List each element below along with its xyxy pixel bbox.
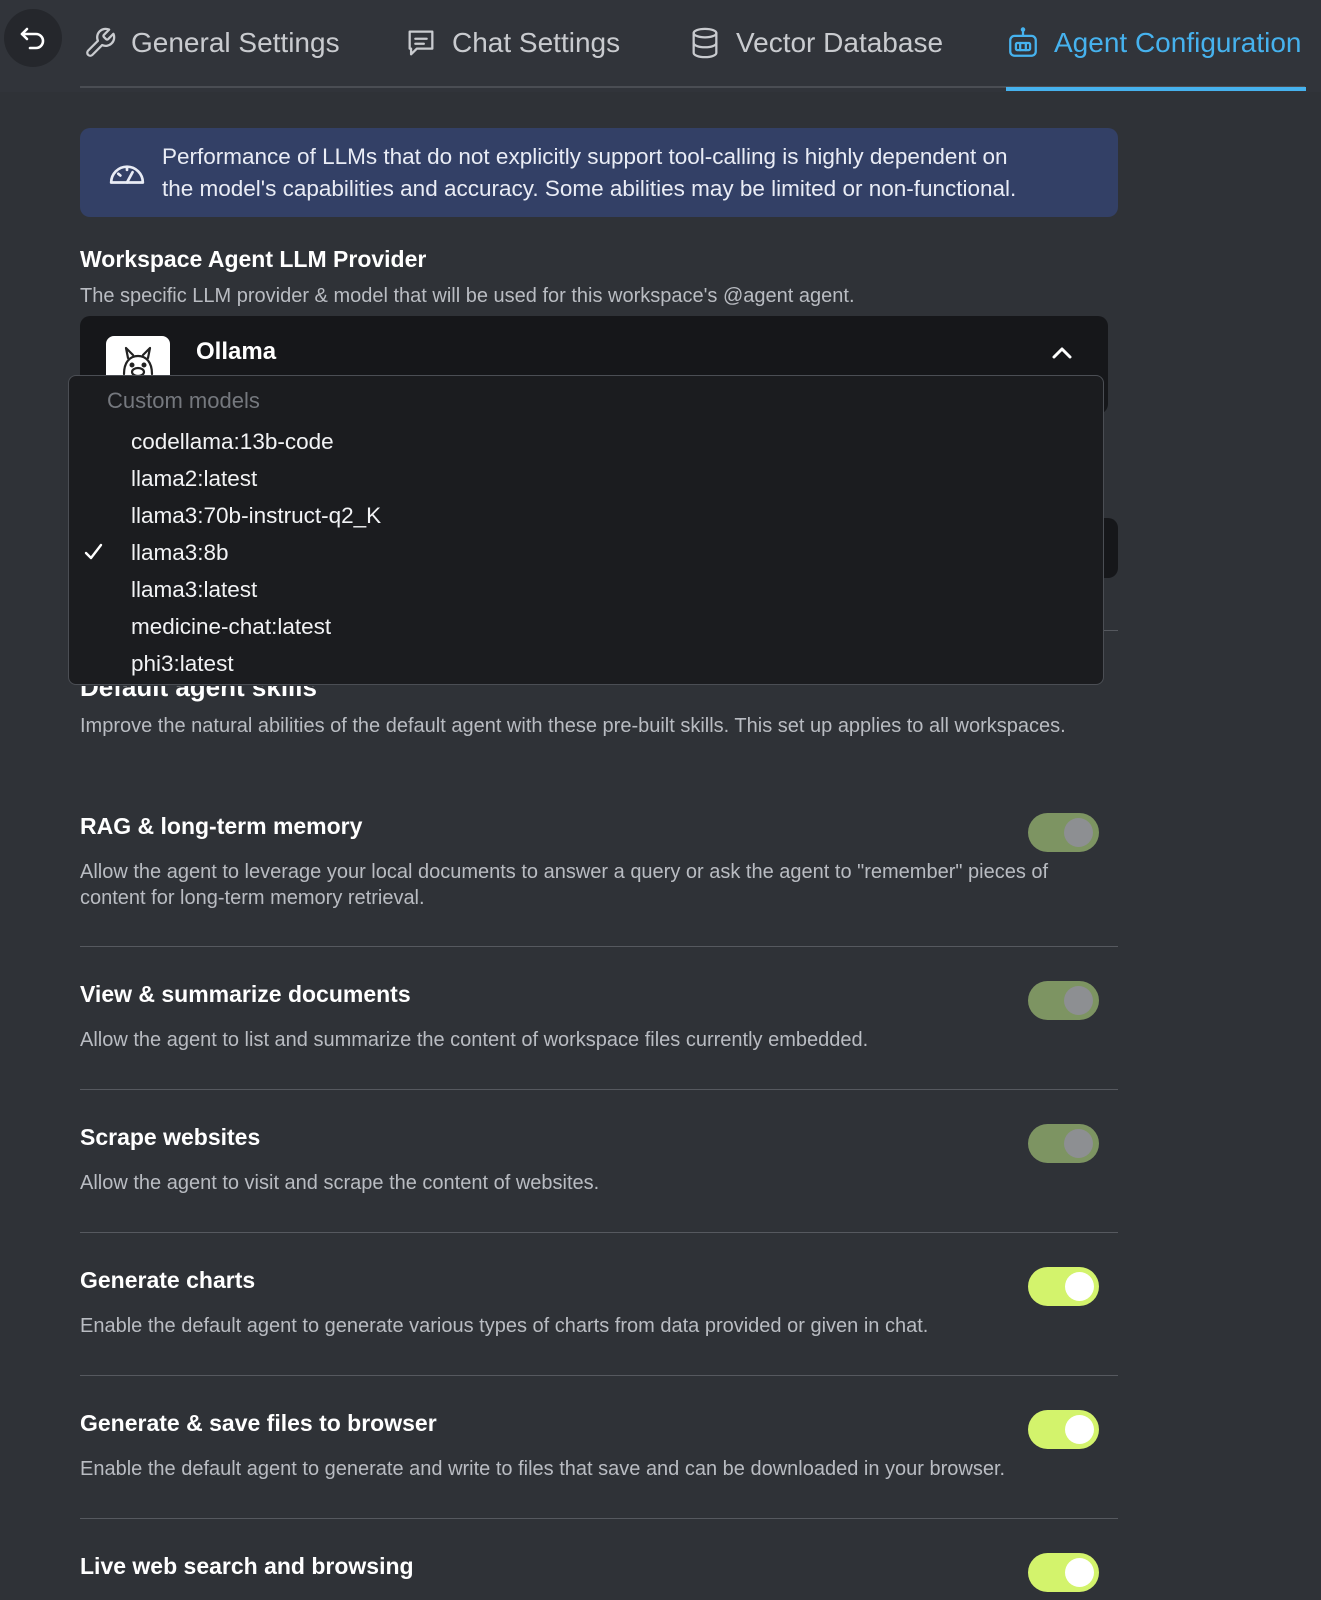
- skill-toggle[interactable]: [1028, 1124, 1099, 1163]
- model-option[interactable]: medicine-chat:latest: [69, 610, 1103, 646]
- skill-toggle[interactable]: [1028, 813, 1099, 852]
- divider: [80, 1375, 1118, 1376]
- skill-description: Allow the agent to leverage your local d…: [80, 861, 1049, 909]
- chevron-up-icon[interactable]: [1050, 344, 1074, 362]
- toggle-knob: [1064, 818, 1093, 847]
- skill-toggle[interactable]: [1028, 981, 1099, 1020]
- tab-label: General Settings: [131, 27, 340, 58]
- tab-vector-database[interactable]: Vector Database: [688, 18, 943, 68]
- skills-section-description: Improve the natural abilities of the def…: [80, 715, 1066, 737]
- toggle-knob: [1065, 1272, 1094, 1301]
- database-icon: [692, 27, 718, 59]
- skill-description: Enable the default agent to generate and…: [80, 1458, 1006, 1480]
- skill-toggle[interactable]: [1028, 1553, 1099, 1592]
- divider: [80, 946, 1118, 947]
- skill-toggle[interactable]: [1028, 1267, 1099, 1306]
- skill-title: RAG & long-term memory: [80, 813, 363, 839]
- gauge-icon: [109, 164, 145, 184]
- model-option[interactable]: phi3:latest: [69, 647, 1103, 683]
- toggle-knob: [1065, 1558, 1094, 1587]
- active-tab-indicator: [1006, 87, 1306, 91]
- divider: [80, 1518, 1118, 1519]
- model-dropdown: Custom models codellama:13b-code llama2:…: [68, 375, 1104, 685]
- divider: [80, 1232, 1118, 1233]
- model-option[interactable]: codellama:13b-code: [69, 425, 1103, 461]
- toggle-knob: [1065, 1415, 1094, 1444]
- back-arrow-icon: [20, 27, 45, 50]
- dropdown-group-label: Custom models: [107, 388, 260, 413]
- message-square-icon: [408, 30, 434, 56]
- tab-label: Vector Database: [736, 27, 944, 58]
- provider-section-title: Workspace Agent LLM Provider: [80, 246, 427, 272]
- divider: [80, 1089, 1118, 1090]
- skill-title: Scrape websites: [80, 1124, 261, 1150]
- top-navigation: General Settings Chat Settings Vector Da…: [0, 0, 1321, 92]
- tab-agent-configuration[interactable]: Agent Configuration: [1006, 18, 1302, 68]
- tab-chat-settings[interactable]: Chat Settings: [404, 18, 620, 68]
- tab-label: Chat Settings: [452, 27, 621, 58]
- tool-calling-notice: Performance of LLMs that do not explicit…: [80, 128, 1118, 217]
- tab-label: Agent Configuration: [1054, 27, 1302, 58]
- skill-title: Generate charts: [80, 1267, 256, 1293]
- robot-icon: [1009, 27, 1037, 57]
- skill-title: Live web search and browsing: [80, 1553, 414, 1579]
- notice-text: Performance of LLMs that do not explicit…: [162, 143, 1017, 201]
- tab-general-settings[interactable]: General Settings: [83, 18, 340, 68]
- wrench-icon: [86, 27, 116, 57]
- skill-title: Generate & save files to browser: [80, 1410, 437, 1436]
- selected-provider-name: Ollama: [196, 338, 277, 365]
- checkmark-icon: [84, 543, 103, 560]
- toggle-knob: [1064, 986, 1093, 1015]
- skills-section-title: Default agent skills: [80, 686, 317, 702]
- model-option-selected[interactable]: llama3:8b: [69, 536, 1103, 572]
- provider-section-description: The specific LLM provider & model that w…: [80, 285, 855, 307]
- model-option[interactable]: llama3:latest: [69, 573, 1103, 609]
- back-button[interactable]: [4, 9, 62, 67]
- skill-description: Allow the agent to list and summarize th…: [80, 1029, 869, 1051]
- skill-description: Enable the default agent to generate var…: [80, 1315, 929, 1337]
- model-option[interactable]: llama2:latest: [69, 462, 1103, 498]
- toggle-knob: [1064, 1129, 1093, 1158]
- model-option[interactable]: llama3:70b-instruct-q2_K: [69, 499, 1103, 535]
- skill-title: View & summarize documents: [80, 981, 411, 1007]
- skill-toggle[interactable]: [1028, 1410, 1099, 1449]
- skill-description: Allow the agent to visit and scrape the …: [80, 1172, 600, 1194]
